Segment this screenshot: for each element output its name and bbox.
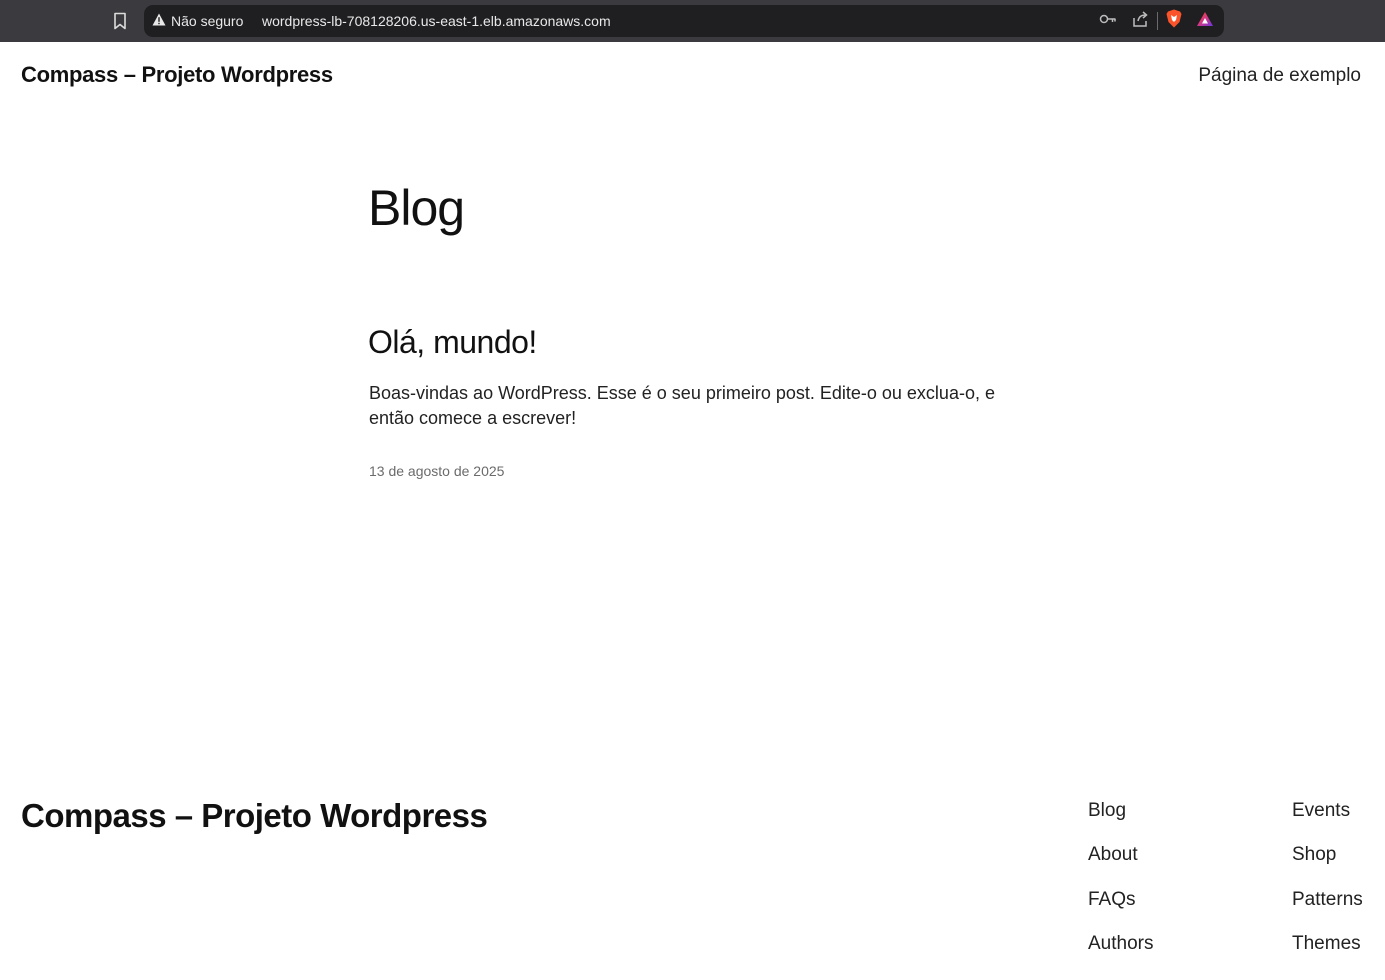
brave-rewards-icon[interactable] (1196, 11, 1214, 32)
footer-link-events[interactable]: Events (1292, 800, 1363, 844)
post-title[interactable]: Olá, mundo! (368, 322, 537, 362)
post-excerpt: Boas-vindas ao WordPress. Esse é o seu p… (369, 383, 995, 428)
security-indicator[interactable]: Não seguro (152, 5, 243, 37)
address-bar[interactable]: Não seguro wordpress-lb-708128206.us-eas… (144, 5, 1224, 37)
nav-link-sample-page[interactable]: Página de exemplo (1198, 65, 1361, 87)
bookmark-icon[interactable] (108, 9, 132, 33)
url-text[interactable]: wordpress-lb-708128206.us-east-1.elb.ama… (262, 5, 611, 37)
footer-link-patterns[interactable]: Patterns (1292, 889, 1363, 933)
footer-nav-column-2: Events Shop Patterns Themes (1292, 800, 1363, 977)
footer-site-title[interactable]: Compass – Projeto Wordpress (21, 797, 488, 835)
divider (1157, 12, 1158, 30)
share-icon[interactable] (1131, 10, 1149, 33)
warning-icon (152, 13, 166, 29)
site-title[interactable]: Compass – Projeto Wordpress (21, 62, 333, 88)
footer-link-authors[interactable]: Authors (1088, 933, 1153, 977)
footer-link-blog[interactable]: Blog (1088, 800, 1153, 844)
post-date[interactable]: 13 de agosto de 2025 (369, 463, 504, 479)
footer-link-faqs[interactable]: FAQs (1088, 889, 1153, 933)
footer-nav-column-1: Blog About FAQs Authors (1088, 800, 1153, 977)
security-label: Não seguro (171, 13, 244, 29)
footer-link-about[interactable]: About (1088, 844, 1153, 888)
page-title: Blog (368, 180, 465, 236)
footer-link-themes[interactable]: Themes (1292, 933, 1363, 977)
key-icon[interactable] (1099, 12, 1117, 30)
brave-shield-icon[interactable] (1166, 9, 1182, 33)
footer-link-shop[interactable]: Shop (1292, 844, 1363, 888)
browser-toolbar: Não seguro wordpress-lb-708128206.us-eas… (0, 0, 1385, 42)
